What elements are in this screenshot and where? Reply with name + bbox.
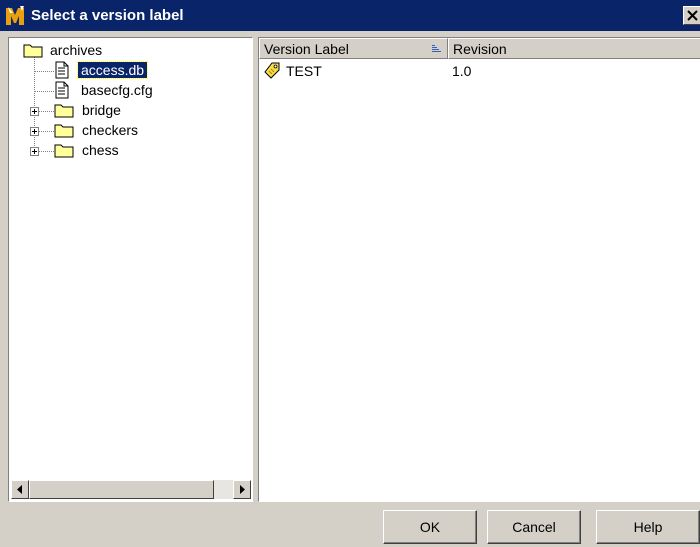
tree-item-label: bridge [82, 102, 121, 118]
tree-item-bridge[interactable]: bridge [54, 100, 124, 120]
close-button[interactable] [683, 6, 700, 25]
version-label-text: TEST [286, 63, 322, 79]
tree-item-label: access.db [76, 61, 149, 79]
folder-icon [54, 124, 74, 138]
sort-ascending-icon [432, 45, 441, 52]
expand-icon[interactable] [30, 127, 39, 136]
tree-item-label: checkers [82, 122, 139, 138]
tree-item-basecfg-cfg[interactable]: basecfg.cfg [55, 80, 156, 100]
expand-icon[interactable] [30, 107, 39, 116]
version-label-cell: TEST [259, 62, 448, 80]
tree-connector [34, 91, 54, 92]
tree-connector [39, 131, 54, 132]
title-bar[interactable]: Select a version label [0, 0, 700, 31]
tree-item-access-db[interactable]: access.db [55, 60, 149, 80]
column-header-version-label[interactable]: Version Label [259, 38, 448, 59]
tree-item-chess[interactable]: chess [54, 140, 122, 160]
arrow-left-icon [17, 485, 22, 494]
ok-button[interactable]: OK [383, 510, 477, 544]
file-icon [55, 61, 69, 79]
tree-item-label: basecfg.cfg [81, 82, 153, 98]
file-icon [55, 81, 69, 99]
tree-item-label: archives [50, 42, 103, 58]
folder-tree-panel: archives access.db basecfg.cfg bridge ch… [8, 37, 253, 502]
version-table-panel: Version Label Revision TEST 1.0 [258, 37, 700, 502]
tree-item-checkers[interactable]: checkers [54, 120, 141, 140]
app-logo-icon [4, 4, 26, 27]
revision-cell: 1.0 [452, 63, 472, 79]
folder-icon [54, 104, 74, 118]
cancel-button[interactable]: Cancel [487, 510, 581, 544]
tree-connector [34, 71, 54, 72]
close-icon [686, 10, 698, 21]
folder-icon [23, 44, 43, 58]
tree-item-archives[interactable]: archives [23, 40, 105, 60]
column-header-revision[interactable]: Revision [448, 38, 700, 59]
column-header-label: Revision [453, 40, 507, 57]
tree-connector [39, 111, 54, 112]
column-header-label: Version Label [264, 40, 349, 57]
table-row[interactable]: TEST 1.0 [259, 60, 700, 82]
folder-tree[interactable]: archives access.db basecfg.cfg bridge ch… [9, 38, 252, 478]
window-title: Select a version label [31, 7, 184, 24]
expand-icon[interactable] [30, 147, 39, 156]
horizontal-scrollbar[interactable] [11, 480, 251, 499]
tag-icon [264, 62, 280, 79]
scroll-thumb[interactable] [29, 480, 214, 499]
scroll-left-button[interactable] [11, 480, 29, 499]
arrow-right-icon [240, 485, 245, 494]
table-header: Version Label Revision [259, 38, 700, 59]
tree-connector [39, 151, 54, 152]
select-version-label-dialog: Select a version label archives access.d… [0, 0, 700, 547]
tree-item-label: chess [82, 142, 119, 158]
help-button[interactable]: Help [596, 510, 700, 544]
scroll-right-button[interactable] [233, 480, 251, 499]
folder-icon [54, 144, 74, 158]
